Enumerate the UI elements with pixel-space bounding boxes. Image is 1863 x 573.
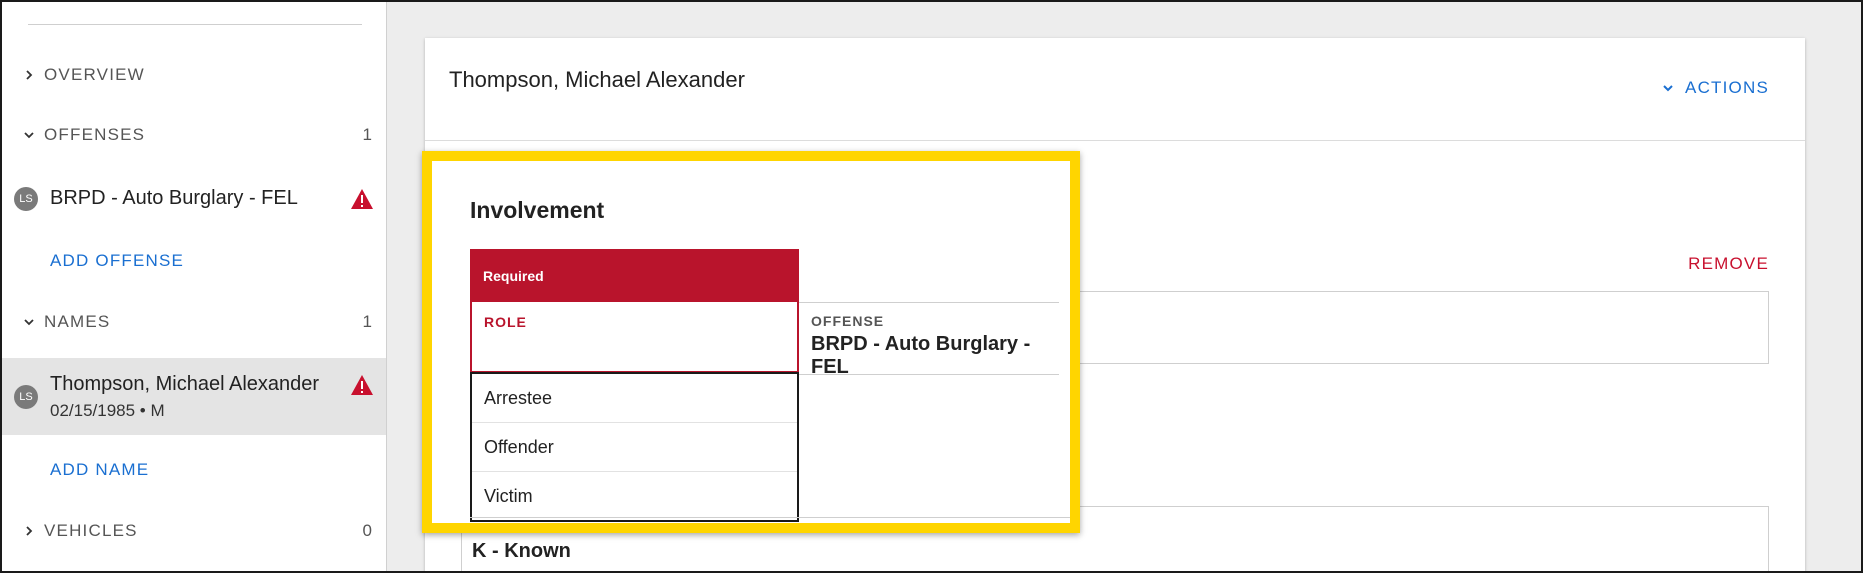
actions-button[interactable]: ACTIONS — [1661, 78, 1769, 98]
add-offense-link[interactable]: ADD OFFENSE — [50, 251, 184, 271]
sidebar-section-count: 0 — [362, 521, 372, 540]
sidebar-section-label: VEHICLES — [44, 521, 138, 540]
known-field-top-border — [470, 517, 1070, 534]
sidebar-section-names[interactable]: NAMES 1 — [22, 310, 372, 334]
sidebar-divider — [28, 24, 362, 25]
role-label: ROLE — [484, 314, 527, 330]
offense-value: BRPD - Auto Burglary - FEL — [811, 333, 1031, 378]
sidebar-item-offense[interactable]: LS BRPD - Auto Burglary - FEL — [2, 182, 386, 216]
avatar: LS — [14, 187, 38, 211]
app-frame: OVERVIEW OFFENSES 1 LS BRPD - Auto Burgl… — [0, 0, 1863, 573]
card-title: Thompson, Michael Alexander — [449, 67, 745, 92]
involvement-title: Involvement — [470, 197, 605, 223]
chevron-right-icon — [22, 524, 36, 538]
sidebar-item-name-selected[interactable]: LS Thompson, Michael Alexander 02/15/198… — [2, 358, 386, 435]
chevron-down-icon — [1661, 81, 1675, 95]
role-option-victim[interactable]: Victim — [472, 472, 797, 520]
offense-label: OFFENSE — [811, 313, 885, 329]
chevron-down-icon — [22, 128, 36, 142]
involvement-highlight: Involvement Required ROLE OFFENSE BRPD -… — [422, 151, 1080, 533]
role-field[interactable]: ROLE — [470, 302, 799, 373]
card-divider — [425, 140, 1805, 141]
sidebar-section-count: 1 — [362, 312, 372, 331]
warning-triangle-icon — [350, 374, 374, 396]
sidebar-item-subtitle: 02/15/1985 • M — [50, 401, 165, 420]
sidebar-section-count: 1 — [362, 125, 372, 144]
avatar: LS — [14, 385, 38, 409]
sidebar-section-label: OVERVIEW — [44, 65, 145, 84]
add-name-link[interactable]: ADD NAME — [50, 460, 149, 480]
required-banner: Required — [470, 249, 799, 302]
sidebar-item-title: BRPD - Auto Burglary - FEL — [50, 187, 298, 209]
role-option-offender[interactable]: Offender — [472, 423, 797, 472]
chevron-right-icon — [22, 68, 36, 82]
sidebar-item-title: Thompson, Michael Alexander — [50, 373, 320, 395]
chevron-down-icon — [22, 315, 36, 329]
role-dropdown-list: Arrestee Offender Victim — [470, 372, 799, 522]
known-value: K - Known — [472, 540, 571, 562]
actions-label: ACTIONS — [1685, 78, 1769, 97]
remove-button[interactable]: REMOVE — [1688, 254, 1769, 274]
sidebar-section-overview[interactable]: OVERVIEW — [22, 63, 372, 87]
sidebar-section-label: NAMES — [44, 312, 111, 331]
role-option-arrestee[interactable]: Arrestee — [472, 374, 797, 423]
sidebar-section-label: OFFENSES — [44, 125, 146, 144]
warning-triangle-icon — [350, 188, 374, 210]
sidebar-section-vehicles[interactable]: VEHICLES 0 — [22, 519, 372, 543]
sidebar-section-offenses[interactable]: OFFENSES 1 — [22, 123, 372, 147]
scrollbar-track[interactable] — [1847, 2, 1861, 571]
sidebar: OVERVIEW OFFENSES 1 LS BRPD - Auto Burgl… — [2, 2, 387, 571]
